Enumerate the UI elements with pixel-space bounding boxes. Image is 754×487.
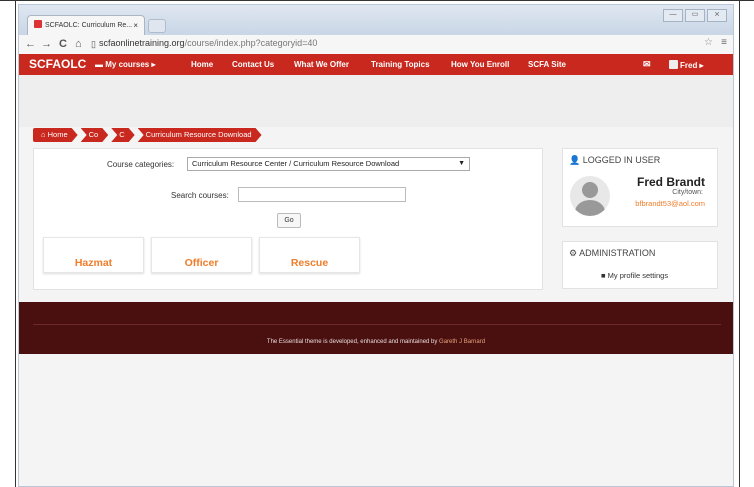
search-courses-input[interactable]: [238, 187, 406, 202]
user-name[interactable]: Fred Brandt: [637, 175, 705, 189]
site-navbar: SCFAOLC ▬ My courses ▸ Home Contact Us W…: [19, 54, 733, 75]
mail-icon[interactable]: ✉: [643, 59, 651, 70]
breadcrumb-current[interactable]: Curriculum Resource Download: [138, 128, 262, 142]
nav-my-courses[interactable]: ▬ My courses ▸: [95, 60, 156, 69]
cogs-icon: ⚙: [569, 248, 580, 258]
breadcrumb: ⌂ Home Co C Curriculum Resource Download: [33, 128, 265, 142]
user-menu-label: Fred ▸: [680, 61, 704, 70]
back-icon[interactable]: ←: [25, 37, 36, 51]
bookmark-star-icon[interactable]: ☆: [704, 37, 713, 48]
url-field[interactable]: scfaonlinetraining.org/course/index.php?…: [99, 38, 317, 48]
course-search-panel: Course categories: Curriculum Resource C…: [33, 148, 543, 290]
page-icon: ▯: [91, 39, 96, 49]
footer-credit: The Essential theme is developed, enhanc…: [266, 339, 440, 345]
administration-header: ⚙ ADMINISTRATION: [569, 248, 655, 259]
breadcrumb-c[interactable]: C: [111, 128, 134, 142]
category-select-value: Curriculum Resource Center / Curriculum …: [192, 159, 400, 168]
address-bar: ← → C ⌂ ▯ scfaonlinetraining.org/course/…: [19, 35, 733, 55]
user-email-link[interactable]: bfbrandt53@aol.com: [635, 199, 705, 208]
close-window-button[interactable]: ⨯: [707, 9, 727, 22]
browser-menu-icon[interactable]: ≡: [721, 37, 727, 48]
home-icon[interactable]: ⌂: [75, 37, 82, 51]
browser-window: SCFAOLC: Curriculum Re... × — ▭ ⨯ ← → C …: [18, 4, 734, 487]
nav-how-you-enroll[interactable]: How You Enroll: [451, 60, 509, 69]
favicon-icon: [34, 20, 42, 28]
outer-border-left: [15, 0, 16, 487]
nav-what-we-offer[interactable]: What We Offer: [294, 60, 349, 69]
go-button[interactable]: Go: [277, 213, 301, 228]
browser-tab[interactable]: SCFAOLC: Curriculum Re... ×: [27, 15, 145, 35]
logged-in-header-label: LOGGED IN USER: [582, 155, 661, 165]
url-host: scfaonlinetraining.org: [99, 38, 185, 48]
avatar[interactable]: [570, 176, 610, 216]
chevron-down-icon: ▼: [458, 160, 465, 167]
category-label: Course categories:: [107, 160, 175, 169]
user-city-label: City/town:: [672, 189, 703, 196]
category-tile-hazmat[interactable]: Hazmat: [43, 237, 144, 273]
forward-icon[interactable]: →: [41, 37, 52, 51]
logged-in-header: 👤 LOGGED IN USER: [569, 155, 660, 166]
tab-title: SCFAOLC: Curriculum Re...: [45, 22, 133, 29]
courses-icon: ▬: [95, 60, 106, 69]
site-brand[interactable]: SCFAOLC: [29, 57, 86, 71]
nav-my-courses-label: My courses ▸: [105, 60, 156, 69]
administration-block: ⚙ ADMINISTRATION ■ My profile settings: [562, 241, 718, 289]
nav-training-topics[interactable]: Training Topics: [371, 60, 430, 69]
page-footer: The Essential theme is developed, enhanc…: [19, 302, 733, 354]
breadcrumb-home-label: Home: [47, 130, 68, 139]
tab-close-icon[interactable]: ×: [133, 16, 138, 36]
outer-border-right: [739, 0, 740, 487]
home-crumb-icon: ⌂: [41, 130, 48, 139]
my-profile-settings-label: My profile settings: [607, 271, 669, 280]
category-tile-officer[interactable]: Officer: [151, 237, 252, 273]
new-tab-button[interactable]: [148, 19, 166, 33]
nav-scfa-site[interactable]: SCFA Site: [528, 60, 566, 69]
folder-icon: ■: [601, 271, 608, 280]
category-select[interactable]: Curriculum Resource Center / Curriculum …: [187, 157, 470, 171]
outer-border-top: [0, 0, 754, 1]
window-controls: — ▭ ⨯: [663, 9, 727, 22]
footer-text: The Essential theme is developed, enhanc…: [19, 339, 733, 345]
url-path: /course/index.php?categoryid=40: [184, 38, 318, 48]
nav-home[interactable]: Home: [191, 60, 213, 69]
reload-icon[interactable]: C: [59, 37, 67, 51]
nav-contact-us[interactable]: Contact Us: [232, 60, 274, 69]
administration-header-label: ADMINISTRATION: [579, 248, 656, 258]
header-spacer: [19, 75, 733, 127]
user-icon: 👤: [569, 155, 583, 165]
breadcrumb-co[interactable]: Co: [81, 128, 109, 142]
category-tile-rescue[interactable]: Rescue: [259, 237, 360, 273]
footer-author-link[interactable]: Gareth J Barnard: [439, 339, 485, 345]
browser-titlebar: SCFAOLC: Curriculum Re... × — ▭ ⨯: [19, 5, 733, 35]
user-avatar-icon: [669, 60, 678, 69]
breadcrumb-home[interactable]: ⌂ Home: [33, 128, 78, 142]
my-profile-settings-link[interactable]: ■ My profile settings: [601, 271, 668, 280]
search-label: Search courses:: [171, 191, 229, 200]
logged-in-user-block: 👤 LOGGED IN USER Fred Brandt City/town: …: [562, 148, 718, 227]
user-menu[interactable]: Fred ▸: [669, 60, 704, 70]
footer-divider: [33, 324, 721, 325]
minimize-button[interactable]: —: [663, 9, 683, 22]
maximize-button[interactable]: ▭: [685, 9, 705, 22]
